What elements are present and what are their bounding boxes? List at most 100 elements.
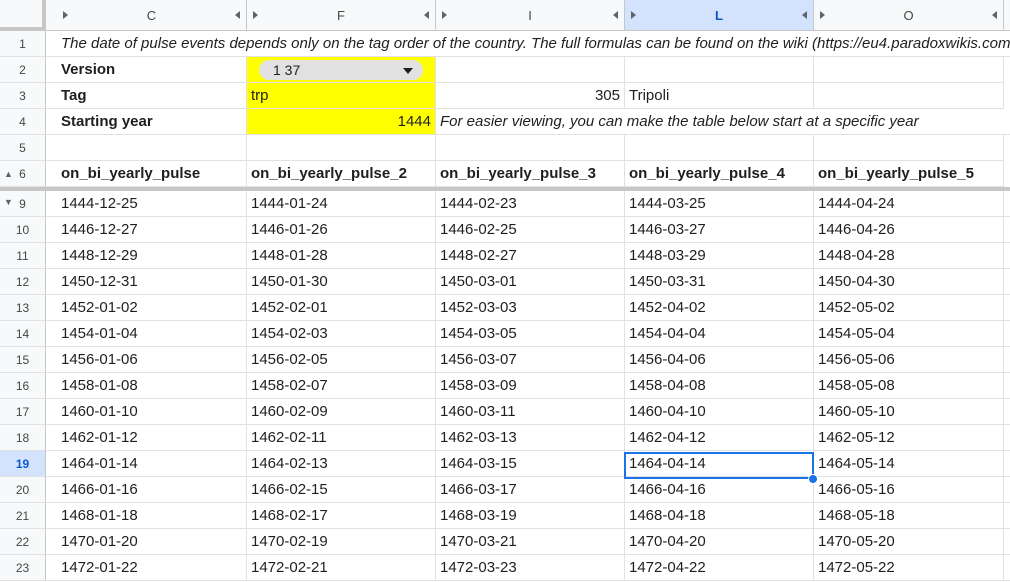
date-cell[interactable]: 1450-04-30 — [814, 269, 1004, 295]
date-cell[interactable]: 1456-01-06 — [57, 347, 247, 373]
version-label[interactable]: Version — [57, 57, 247, 83]
date-cell[interactable]: 1448-03-29 — [625, 243, 814, 269]
empty-cell[interactable] — [625, 135, 814, 161]
partial-cell[interactable] — [1004, 295, 1010, 321]
starting-year-label[interactable]: Starting year — [57, 109, 247, 135]
date-cell[interactable]: 1450-03-31 — [625, 269, 814, 295]
partial-cell[interactable] — [1004, 425, 1010, 451]
partial-cell[interactable] — [1004, 503, 1010, 529]
date-cell[interactable]: 1452-01-02 — [57, 295, 247, 321]
column-header-i[interactable]: I — [436, 0, 625, 31]
date-cell[interactable]: 1464-02-13 — [247, 451, 436, 477]
date-cell[interactable]: 1456-05-06 — [814, 347, 1004, 373]
column-title[interactable]: on_bi_yearly_pulse_2 — [247, 161, 436, 187]
row-number[interactable]: 19 — [0, 451, 46, 477]
date-cell[interactable]: 1444-02-23 — [436, 191, 625, 217]
row-number[interactable]: 18 — [0, 425, 46, 451]
expand-right-icon[interactable] — [802, 11, 807, 19]
date-cell[interactable]: 1468-03-19 — [436, 503, 625, 529]
partial-cell[interactable] — [1004, 191, 1010, 217]
date-cell[interactable]: 1466-03-17 — [436, 477, 625, 503]
date-cell[interactable]: 1468-02-17 — [247, 503, 436, 529]
date-cell[interactable]: 1448-01-28 — [247, 243, 436, 269]
date-cell[interactable]: 1454-04-04 — [625, 321, 814, 347]
row-number[interactable]: 10 — [0, 217, 46, 243]
empty-cell[interactable] — [436, 135, 625, 161]
empty-cell[interactable] — [814, 83, 1004, 109]
date-cell[interactable]: 1450-01-30 — [247, 269, 436, 295]
date-cell[interactable]: 1444-04-24 — [814, 191, 1004, 217]
partial-cell[interactable] — [1004, 321, 1010, 347]
starting-year-cell[interactable]: 1444 — [247, 109, 436, 135]
empty-cell[interactable] — [814, 57, 1004, 83]
tag-name-cell[interactable]: Tripoli — [625, 83, 814, 109]
date-cell[interactable]: 1456-04-06 — [625, 347, 814, 373]
date-cell[interactable]: 1462-05-12 — [814, 425, 1004, 451]
date-cell[interactable]: 1452-02-01 — [247, 295, 436, 321]
date-cell[interactable]: 1456-03-07 — [436, 347, 625, 373]
date-cell[interactable]: 1470-05-20 — [814, 529, 1004, 555]
expand-left-icon[interactable] — [442, 11, 447, 19]
row-number[interactable]: 11 — [0, 243, 46, 269]
date-cell[interactable]: 1454-05-04 — [814, 321, 1004, 347]
partial-cell[interactable] — [1004, 347, 1010, 373]
date-cell[interactable]: 1470-01-20 — [57, 529, 247, 555]
row-number[interactable]: 21 — [0, 503, 46, 529]
row-number[interactable]: 23 — [0, 555, 46, 581]
date-cell[interactable]: 1458-05-08 — [814, 373, 1004, 399]
partial-cell[interactable] — [1004, 529, 1010, 555]
date-cell[interactable]: 1456-02-05 — [247, 347, 436, 373]
select-all-corner[interactable] — [0, 0, 46, 31]
version-cell[interactable]: 1 37 — [247, 57, 436, 83]
row-number[interactable]: 22 — [0, 529, 46, 555]
date-cell[interactable]: 1450-12-31 — [57, 269, 247, 295]
date-cell[interactable]: 1446-01-26 — [247, 217, 436, 243]
expand-right-icon[interactable] — [992, 11, 997, 19]
expand-left-icon[interactable] — [820, 11, 825, 19]
row-number[interactable]: 13 — [0, 295, 46, 321]
date-cell[interactable]: 1450-03-01 — [436, 269, 625, 295]
date-cell[interactable]: 1466-05-16 — [814, 477, 1004, 503]
date-cell[interactable]: 1460-03-11 — [436, 399, 625, 425]
description-cell[interactable]: The date of pulse events depends only on… — [57, 31, 1010, 57]
column-header-o[interactable]: O — [814, 0, 1004, 31]
date-cell[interactable]: 1448-02-27 — [436, 243, 625, 269]
date-cell[interactable]: 1446-03-27 — [625, 217, 814, 243]
row-number[interactable]: 17 — [0, 399, 46, 425]
row-number[interactable]: 15 — [0, 347, 46, 373]
expand-left-icon[interactable] — [631, 11, 636, 19]
row-number[interactable]: 1 — [0, 31, 46, 57]
date-cell[interactable]: 1470-04-20 — [625, 529, 814, 555]
column-header-f[interactable]: F — [247, 0, 436, 31]
tag-input-cell[interactable]: trp — [247, 83, 436, 109]
date-cell[interactable]: 1446-12-27 — [57, 217, 247, 243]
row-number[interactable]: 16 — [0, 373, 46, 399]
date-cell[interactable]: 1444-01-24 — [247, 191, 436, 217]
date-cell[interactable]: 1454-03-05 — [436, 321, 625, 347]
expand-right-icon[interactable] — [424, 11, 429, 19]
row-number[interactable]: ▼ 9 — [0, 191, 46, 217]
date-cell[interactable]: 1468-04-18 — [625, 503, 814, 529]
starting-year-note[interactable]: For easier viewing, you can make the tab… — [436, 109, 1010, 135]
date-cell[interactable]: 1458-01-08 — [57, 373, 247, 399]
date-cell[interactable]: 1458-04-08 — [625, 373, 814, 399]
partial-cell[interactable] — [1004, 373, 1010, 399]
date-cell[interactable]: 1460-05-10 — [814, 399, 1004, 425]
empty-cell[interactable] — [247, 135, 436, 161]
date-cell[interactable]: 1470-03-21 — [436, 529, 625, 555]
date-cell[interactable]: 1446-04-26 — [814, 217, 1004, 243]
row-number[interactable]: 20 — [0, 477, 46, 503]
row-number[interactable]: 4 — [0, 109, 46, 135]
date-cell[interactable]: 1466-02-15 — [247, 477, 436, 503]
date-cell[interactable]: 1472-02-21 — [247, 555, 436, 581]
column-header-next[interactable] — [1004, 0, 1010, 31]
column-title[interactable]: on_bi_yearly_pulse — [57, 161, 247, 187]
row-number[interactable]: 14 — [0, 321, 46, 347]
date-cell[interactable]: 1468-05-18 — [814, 503, 1004, 529]
collapse-up-icon[interactable]: ▲ — [4, 169, 13, 179]
date-cell[interactable]: 1452-03-03 — [436, 295, 625, 321]
partial-cell[interactable] — [1004, 399, 1010, 425]
date-cell[interactable]: 1448-12-29 — [57, 243, 247, 269]
date-cell[interactable]: 1462-03-13 — [436, 425, 625, 451]
column-title[interactable]: on_bi_yearly_pulse_4 — [625, 161, 814, 187]
